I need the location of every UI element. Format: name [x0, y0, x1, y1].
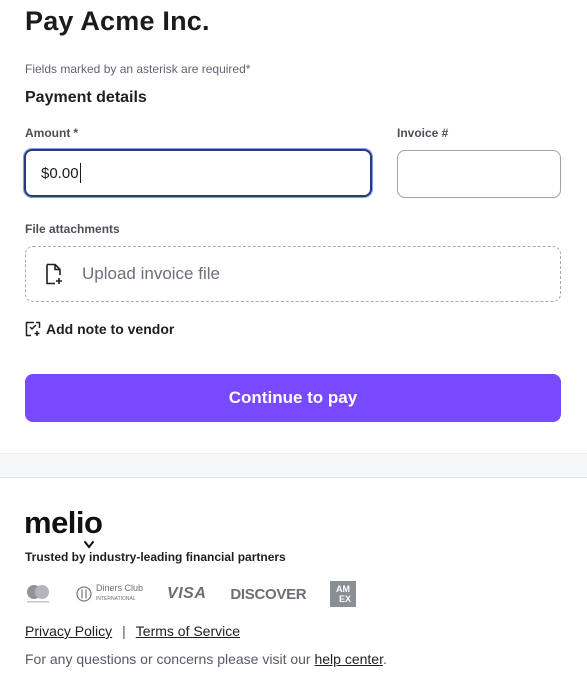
invoice-label: Invoice # [397, 126, 449, 140]
payment-details-heading: Payment details [25, 89, 147, 106]
upload-invoice-text: Upload invoice file [82, 264, 220, 283]
note-add-icon [25, 321, 41, 337]
text-caret [79, 163, 81, 183]
terms-of-service-link[interactable]: Terms of Service [136, 623, 240, 639]
privacy-policy-link[interactable]: Privacy Policy [25, 623, 112, 639]
payment-page: Pay Acme Inc. Fields marked by an asteri… [0, 0, 587, 686]
upload-invoice-dropzone[interactable]: Upload invoice file [25, 246, 561, 302]
diners-name: Diners Club [96, 583, 144, 593]
card-brand-logos: Diners Club INTERNATIONAL VISA DISCOVER … [25, 581, 380, 607]
help-text: For any questions or concerns please vis… [25, 651, 387, 667]
file-attachments-label: File attachments [25, 222, 120, 236]
diners-club-label: Diners Club INTERNATIONAL [96, 584, 143, 604]
diners-sub: INTERNATIONAL [96, 596, 136, 602]
help-suffix: . [382, 651, 387, 667]
invoice-number-input[interactable] [397, 150, 561, 198]
file-add-icon [44, 263, 66, 285]
amount-value: $0.00 [41, 164, 79, 182]
section-divider [0, 453, 587, 478]
help-center-link[interactable]: help center [314, 651, 383, 667]
amount-label-text: Amount [25, 126, 71, 140]
add-note-button[interactable]: Add note to vendor [25, 321, 174, 337]
amount-label: Amount * [25, 126, 78, 140]
amount-input[interactable]: $0.00 [24, 149, 372, 197]
link-separator: | [122, 623, 126, 639]
svg-text:EX: EX [339, 594, 351, 604]
continue-to-pay-button[interactable]: Continue to pay [25, 374, 561, 422]
footer-links: Privacy Policy | Terms of Service [25, 623, 240, 639]
page-title: Pay Acme Inc. [25, 6, 210, 36]
required-asterisk: * [73, 126, 78, 140]
amex-icon: AM EX [330, 581, 357, 607]
add-note-label: Add note to vendor [46, 321, 175, 337]
discover-icon: DISCOVER [230, 585, 307, 603]
svg-text:AM: AM [336, 584, 350, 594]
visa-icon: VISA [167, 585, 207, 602]
diners-club-icon: Diners Club INTERNATIONAL [75, 584, 143, 604]
required-fields-note: Fields marked by an asterisk are require… [25, 62, 251, 76]
trusted-partners-text: Trusted by industry-leading financial pa… [25, 550, 286, 564]
mastercard-icon [25, 584, 51, 604]
help-prefix: For any questions or concerns please vis… [25, 651, 315, 667]
